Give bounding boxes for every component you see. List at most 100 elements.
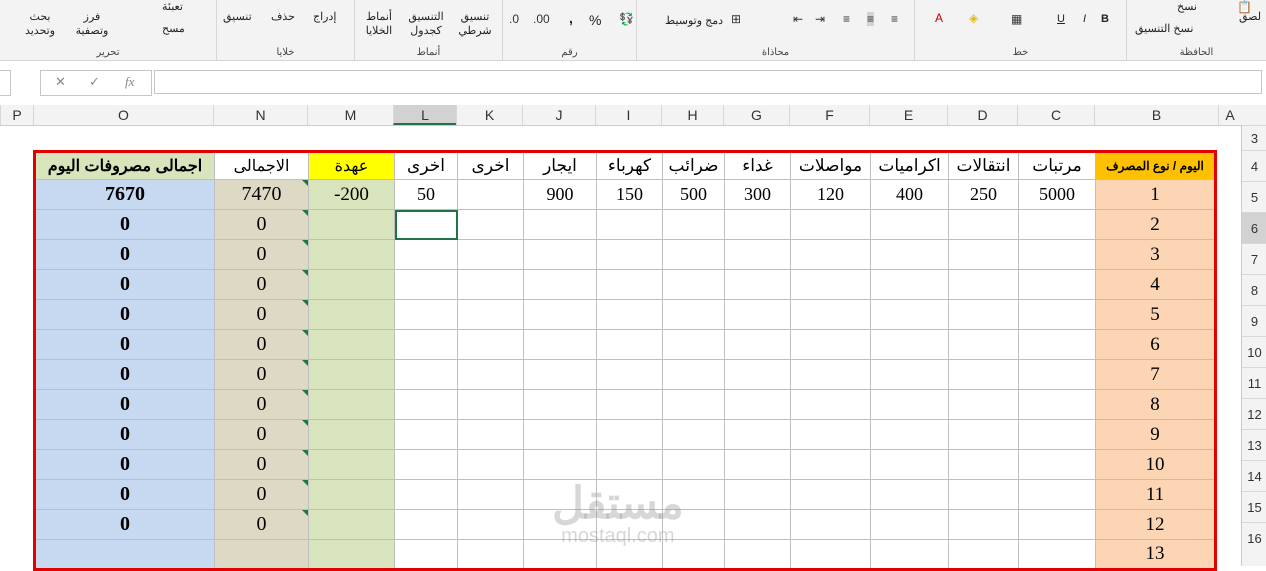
cell-salaries[interactable] [1018,299,1096,330]
cell-other-1[interactable] [457,329,524,360]
decrease-decimal-icon[interactable]: .0 [509,12,519,26]
cell-taxes[interactable] [662,539,725,570]
cell-taxes[interactable] [662,389,725,420]
column-header-e[interactable]: E [869,105,947,125]
cell-tips[interactable] [870,389,949,420]
cell-lunch[interactable] [724,419,791,450]
cell-salaries[interactable]: 5000 [1018,179,1096,210]
cell-taxes[interactable] [662,209,725,240]
cell-other-1[interactable] [457,449,524,480]
cell-tips[interactable] [870,509,949,540]
cell-other-2[interactable] [394,389,458,420]
header-lunch[interactable]: غداء [724,151,791,180]
cell-transfers[interactable] [948,359,1019,390]
name-box[interactable] [0,70,11,96]
sort-filter-button[interactable]: فرز وتصفية [72,10,112,38]
cell-daily-total[interactable]: 0 [34,239,215,270]
cell-rent[interactable] [523,209,597,240]
cell-total[interactable]: 0 [214,269,309,300]
header-other-1[interactable]: اخرى [457,151,524,180]
header-custody[interactable]: عهدة [308,151,395,180]
cell-custody[interactable] [308,299,395,330]
insert-function-icon[interactable]: fx [125,74,134,90]
cell-other-2[interactable] [394,509,458,540]
cell-electricity[interactable] [596,209,663,240]
cell-transport[interactable] [790,299,871,330]
format-button[interactable]: تنسيق [223,10,252,23]
row-header-14[interactable]: 14 [1242,460,1266,491]
cell-day[interactable]: 11 [1095,479,1216,510]
decrease-indent-icon[interactable]: ⇤ [793,12,803,26]
cell-day[interactable]: 5 [1095,299,1216,330]
header-other-2[interactable]: اخرى [394,151,458,180]
column-header-o[interactable]: O [33,105,213,125]
cell-salaries[interactable] [1018,329,1096,360]
cell-day[interactable]: 8 [1095,389,1216,420]
column-header-i[interactable]: I [595,105,661,125]
header-taxes[interactable]: ضرائب [662,151,725,180]
cell-tips[interactable] [870,419,949,450]
cell-lunch[interactable] [724,449,791,480]
delete-button[interactable]: حذف [271,10,295,23]
cell-daily-total[interactable]: 0 [34,209,215,240]
cell-total[interactable]: 0 [214,479,309,510]
header-transfers[interactable]: انتقالات [948,151,1019,180]
cell-other-2[interactable] [394,329,458,360]
cell-day[interactable]: 4 [1095,269,1216,300]
cell-day[interactable]: 7 [1095,359,1216,390]
cell-other-1[interactable] [457,359,524,390]
cell-taxes[interactable] [662,479,725,510]
column-header-b[interactable]: B [1094,105,1218,125]
cell-rent[interactable] [523,359,597,390]
cell-transport[interactable] [790,269,871,300]
cell-lunch[interactable] [724,239,791,270]
cell-custody[interactable] [308,359,395,390]
find-select-button[interactable]: بحث وتحديد [18,10,62,38]
cell-taxes[interactable] [662,299,725,330]
cell-electricity[interactable] [596,509,663,540]
format-painter-button[interactable]: نسخ التنسيق [1135,22,1193,35]
cell-transport[interactable] [790,479,871,510]
cell-daily-total[interactable]: 0 [34,479,215,510]
cell-day[interactable]: 6 [1095,329,1216,360]
cell-rent[interactable] [523,389,597,420]
row-header-16[interactable]: 16 [1242,522,1266,553]
column-header-c[interactable]: C [1017,105,1094,125]
cell-other-2[interactable] [394,299,458,330]
cell-salaries[interactable] [1018,449,1096,480]
cell-other-1[interactable] [457,299,524,330]
cell-transport[interactable] [790,209,871,240]
cell-electricity[interactable] [596,389,663,420]
cell-other-2[interactable] [394,539,458,570]
cell-rent[interactable] [523,419,597,450]
cell-taxes[interactable] [662,239,725,270]
row-header-6[interactable]: 6 [1242,212,1266,243]
cell-electricity[interactable] [596,329,663,360]
cell-rent[interactable] [523,449,597,480]
cell-transport[interactable] [790,419,871,450]
cell-day[interactable]: 10 [1095,449,1216,480]
paste-button[interactable]: لصق [1239,10,1261,23]
cell-transfers[interactable] [948,539,1019,570]
cell-transfers[interactable] [948,329,1019,360]
align-center-icon[interactable]: ≡ [867,12,875,26]
cell-lunch[interactable] [724,539,791,570]
cell-custody[interactable] [308,419,395,450]
cell-tips[interactable] [870,209,949,240]
column-header-a[interactable]: A [1218,105,1241,125]
cell-other-2[interactable]: 50 [394,179,458,210]
cell-electricity[interactable] [596,269,663,300]
cell-taxes[interactable] [662,329,725,360]
row-header-12[interactable]: 12 [1242,398,1266,429]
cell-total[interactable]: 0 [214,449,309,480]
percent-button[interactable]: % [589,12,601,28]
cell-rent[interactable] [523,299,597,330]
cell-transfers[interactable] [948,299,1019,330]
row-header-5[interactable]: 5 [1242,181,1266,212]
accounting-format-icon[interactable]: 💱 [619,12,634,26]
cell-custody[interactable] [308,389,395,420]
cell-taxes[interactable] [662,269,725,300]
cell-salaries[interactable] [1018,389,1096,420]
cell-taxes[interactable] [662,449,725,480]
cell-total[interactable]: 0 [214,209,309,240]
